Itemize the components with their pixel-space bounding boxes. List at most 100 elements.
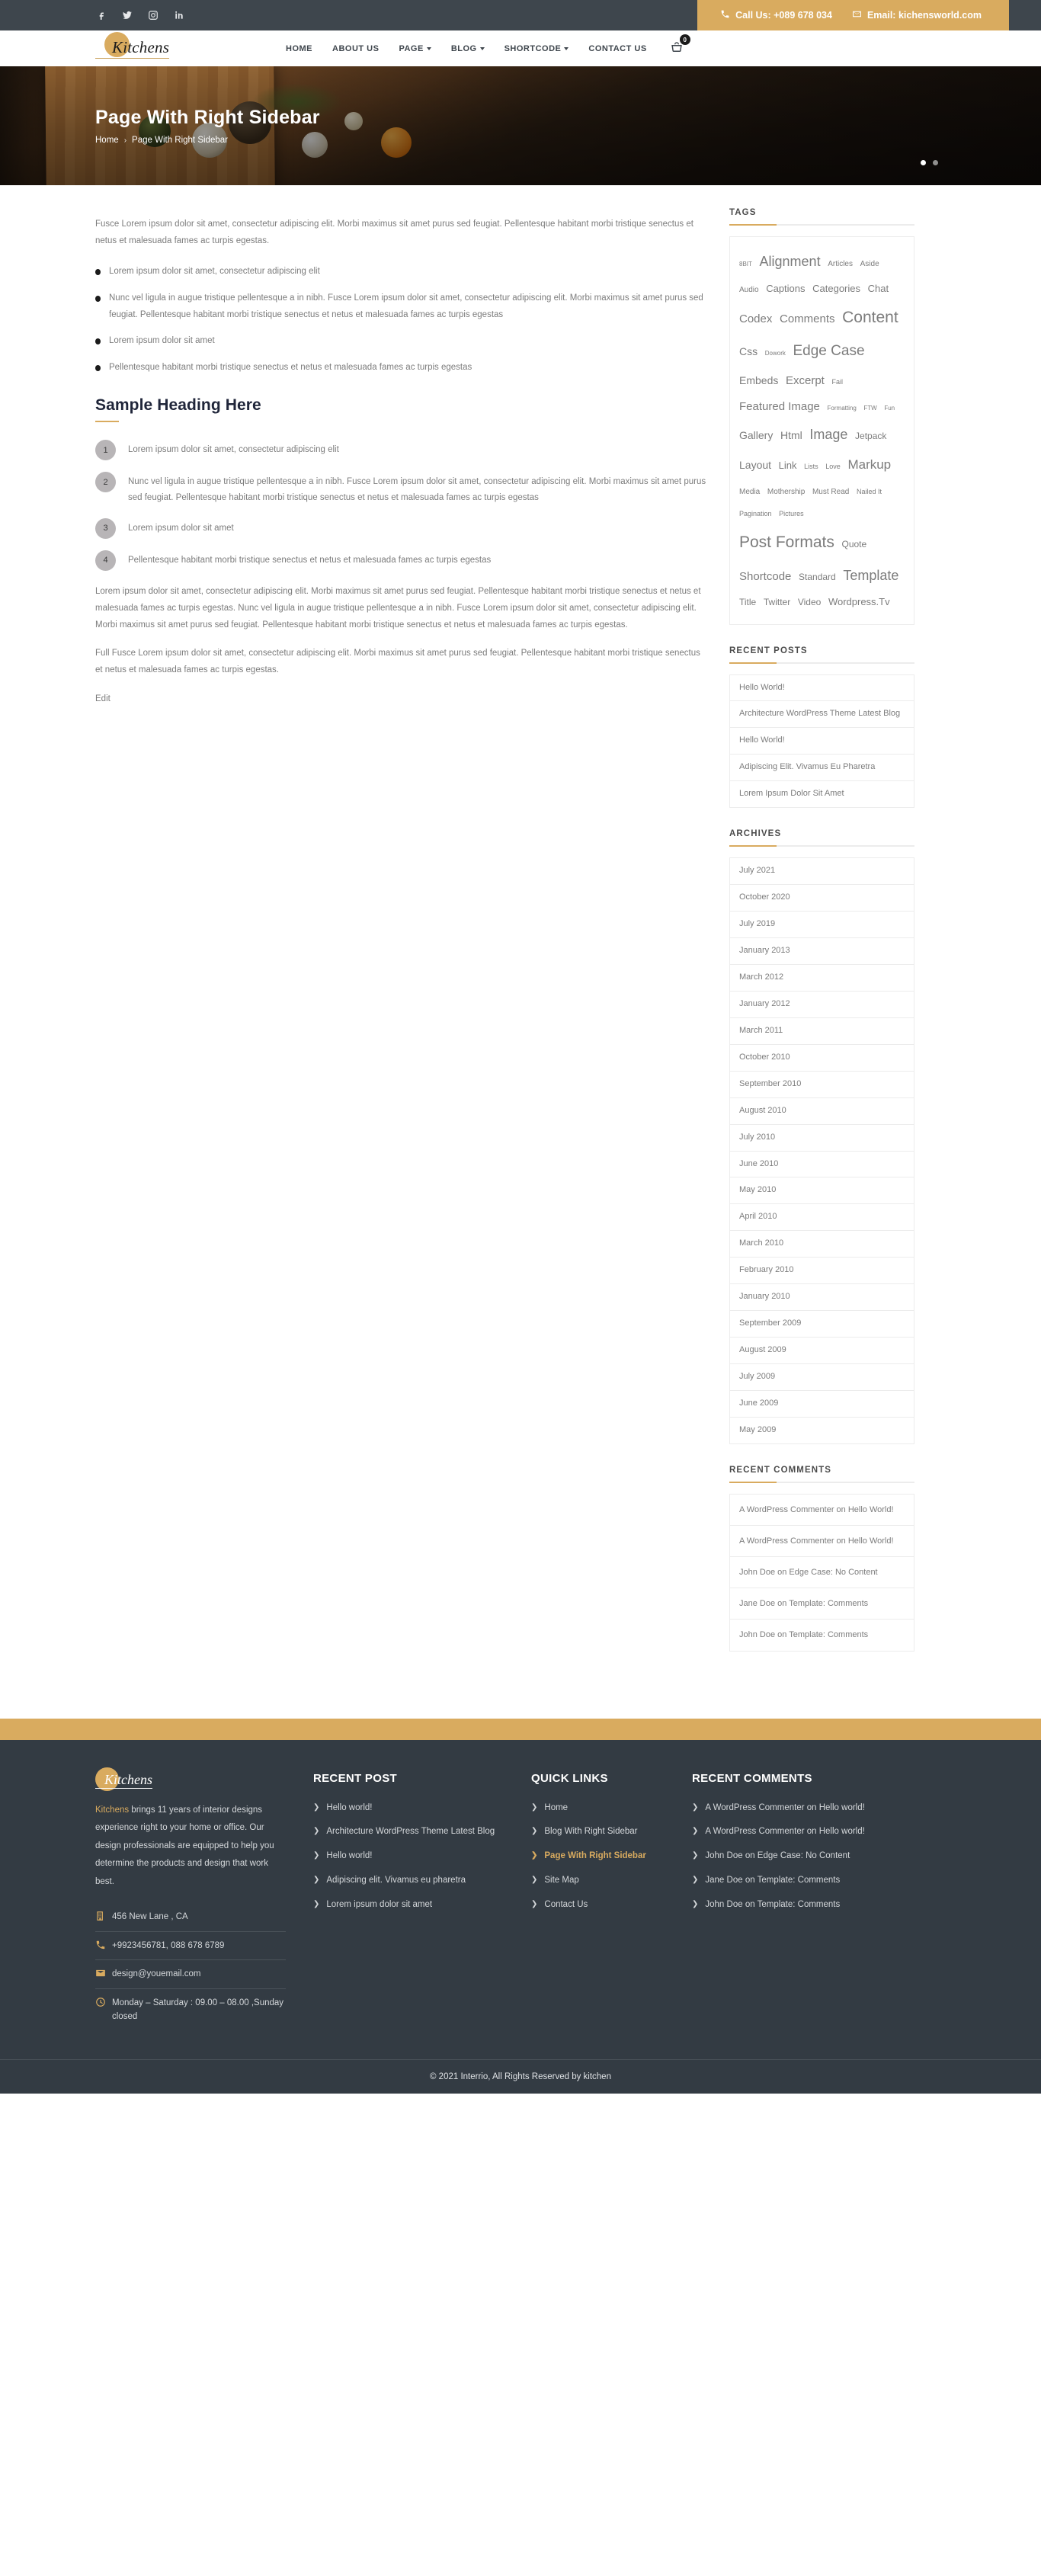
tag-link[interactable]: Love <box>825 463 841 470</box>
tag-link[interactable]: Link <box>779 460 797 471</box>
footer-recent-comment-item[interactable]: ❯ A WordPress Commenter on Hello world! <box>692 1802 890 1815</box>
slider-dot-1[interactable] <box>921 160 926 165</box>
recent-comment-item[interactable]: A WordPress Commenter on Hello World! <box>730 1495 914 1526</box>
tag-link[interactable]: Featured Image <box>739 400 820 413</box>
nav-item-contact-us[interactable]: CONTACT US <box>588 44 646 53</box>
footer-recent-post-item[interactable]: ❯ Adipiscing elit. Vivamus eu pharetra <box>313 1874 504 1888</box>
tag-link[interactable]: Post Formats <box>739 533 834 551</box>
archive-item[interactable]: July 2009 <box>730 1364 914 1391</box>
tag-link[interactable]: Wordpress.Tv <box>828 596 890 607</box>
tag-link[interactable]: Layout <box>739 459 771 471</box>
tag-link[interactable]: Categories <box>812 283 860 294</box>
tag-link[interactable]: Excerpt <box>786 374 825 387</box>
footer-recent-post-item[interactable]: ❯ Hello world! <box>313 1802 504 1815</box>
footer-quick-link-item[interactable]: ❯ Contact Us <box>531 1898 665 1912</box>
archive-item[interactable]: October 2020 <box>730 885 914 912</box>
archive-item[interactable]: July 2010 <box>730 1125 914 1152</box>
tag-link[interactable]: Pagination <box>739 510 772 517</box>
site-logo[interactable]: Kitchens <box>95 32 240 59</box>
tag-link[interactable]: Shortcode <box>739 570 791 583</box>
archive-item[interactable]: January 2010 <box>730 1284 914 1312</box>
archive-item[interactable]: July 2021 <box>730 858 914 886</box>
tag-link[interactable]: Css <box>739 345 758 357</box>
breadcrumb-home[interactable]: Home <box>95 136 119 145</box>
tag-link[interactable]: Video <box>798 597 821 607</box>
twitter-icon[interactable] <box>121 9 133 21</box>
recent-comment-item[interactable]: John Doe on Edge Case: No Content <box>730 1557 914 1589</box>
archive-item[interactable]: July 2019 <box>730 912 914 938</box>
recent-post-item[interactable]: Adipiscing Elit. Vivamus Eu Pharetra <box>730 755 914 782</box>
archive-item[interactable]: March 2012 <box>730 965 914 992</box>
footer-quick-link-item[interactable]: ❯ Blog With Right Sidebar <box>531 1825 665 1839</box>
tag-link[interactable]: 8BIT <box>739 261 752 268</box>
tag-link[interactable]: Image <box>809 427 847 442</box>
tag-link[interactable]: Lists <box>804 463 818 470</box>
footer-quick-link-item[interactable]: ❯ Page With Right Sidebar <box>531 1850 665 1863</box>
archive-item[interactable]: June 2009 <box>730 1391 914 1418</box>
archive-item[interactable]: February 2010 <box>730 1258 914 1285</box>
cart-button[interactable]: 0 <box>670 34 690 56</box>
facebook-icon[interactable] <box>95 9 107 21</box>
footer-recent-post-item[interactable]: ❯ Hello world! <box>313 1850 504 1863</box>
archive-item[interactable]: January 2012 <box>730 992 914 1018</box>
call-us-item[interactable]: Call Us: +089 678 034 <box>720 9 832 21</box>
footer-recent-comment-item[interactable]: ❯ A WordPress Commenter on Hello world! <box>692 1825 890 1839</box>
tag-link[interactable]: Standard <box>799 572 836 582</box>
tag-link[interactable]: Fail <box>831 378 843 386</box>
recent-post-item[interactable]: Architecture WordPress Theme Latest Blog <box>730 701 914 729</box>
tag-link[interactable]: Articles <box>828 260 853 268</box>
tag-link[interactable]: Title <box>739 597 756 607</box>
tag-link[interactable]: Jetpack <box>855 431 886 441</box>
tag-link[interactable]: Media <box>739 488 760 496</box>
tag-link[interactable]: Markup <box>847 457 891 472</box>
footer-logo[interactable]: Kitchens <box>95 1767 152 1791</box>
footer-quick-link-item[interactable]: ❯ Home <box>531 1802 665 1815</box>
tag-link[interactable]: Mothership <box>767 488 805 496</box>
tag-link[interactable]: Gallery <box>739 429 773 441</box>
edit-link[interactable]: Edit <box>95 694 709 703</box>
nav-item-page[interactable]: PAGE <box>399 44 431 53</box>
archive-item[interactable]: September 2009 <box>730 1311 914 1338</box>
tag-link[interactable]: Template <box>843 568 898 583</box>
archive-item[interactable]: June 2010 <box>730 1152 914 1178</box>
archive-item[interactable]: May 2009 <box>730 1418 914 1443</box>
footer-quick-link-item[interactable]: ❯ Site Map <box>531 1874 665 1888</box>
tag-link[interactable]: Must Read <box>812 488 849 496</box>
nav-item-home[interactable]: HOME <box>286 44 312 53</box>
recent-post-item[interactable]: Hello World! <box>730 728 914 755</box>
archive-item[interactable]: March 2011 <box>730 1018 914 1045</box>
footer-recent-comment-item[interactable]: ❯ John Doe on Template: Comments <box>692 1898 890 1912</box>
archive-item[interactable]: January 2013 <box>730 938 914 965</box>
linkedin-icon[interactable] <box>173 9 185 21</box>
recent-comment-item[interactable]: John Doe on Template: Comments <box>730 1620 914 1650</box>
tag-link[interactable]: Aside <box>860 260 879 268</box>
archive-item[interactable]: August 2009 <box>730 1338 914 1364</box>
recent-post-item[interactable]: Lorem Ipsum Dolor Sit Amet <box>730 781 914 807</box>
footer-recent-post-item[interactable]: ❯ Lorem ipsum dolor sit amet <box>313 1898 504 1912</box>
tag-link[interactable]: Content <box>842 309 898 326</box>
tag-link[interactable]: Dowork <box>765 350 786 357</box>
tag-link[interactable]: Fun <box>884 405 895 412</box>
tag-link[interactable]: Codex <box>739 312 772 325</box>
nav-item-blog[interactable]: BLOG <box>451 44 485 53</box>
tag-link[interactable]: FTW <box>863 405 876 412</box>
instagram-icon[interactable] <box>147 9 159 21</box>
nav-item-shortcode[interactable]: SHORTCODE <box>504 44 569 53</box>
tag-link[interactable]: Edge Case <box>793 343 865 359</box>
tag-link[interactable]: Nailed It <box>857 488 882 495</box>
archive-item[interactable]: March 2010 <box>730 1231 914 1258</box>
footer-recent-comment-item[interactable]: ❯ John Doe on Edge Case: No Content <box>692 1850 890 1863</box>
tag-link[interactable]: Embeds <box>739 374 778 386</box>
archive-item[interactable]: August 2010 <box>730 1098 914 1125</box>
tag-link[interactable]: Comments <box>780 312 835 325</box>
tag-link[interactable]: Html <box>780 429 802 441</box>
tag-link[interactable]: Twitter <box>764 597 790 607</box>
tag-link[interactable]: Quote <box>842 539 867 549</box>
tag-link[interactable]: Audio <box>739 286 759 294</box>
recent-comment-item[interactable]: Jane Doe on Template: Comments <box>730 1588 914 1620</box>
tag-link[interactable]: Captions <box>766 283 805 294</box>
archive-item[interactable]: October 2010 <box>730 1045 914 1072</box>
tag-link[interactable]: Alignment <box>760 254 821 269</box>
archive-item[interactable]: April 2010 <box>730 1204 914 1232</box>
tag-link[interactable]: Pictures <box>779 510 804 517</box>
